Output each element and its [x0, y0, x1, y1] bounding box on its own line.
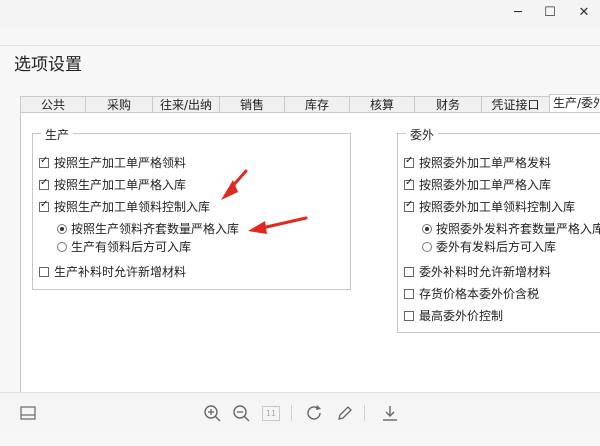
- rotate-icon[interactable]: [304, 402, 326, 424]
- zoom-in-icon[interactable]: [201, 402, 223, 424]
- arrow-icon: [221, 169, 248, 200]
- page-number-box[interactable]: 11: [260, 402, 282, 424]
- toolbar-separator: [364, 405, 365, 421]
- edit-pencil-icon[interactable]: [334, 402, 356, 424]
- zoom-out-icon[interactable]: [230, 402, 252, 424]
- panel-toggle-icon[interactable]: [17, 402, 39, 424]
- arrow-icon: [248, 216, 308, 234]
- page-number: 11: [262, 405, 280, 421]
- toolbar-separator: [291, 405, 292, 421]
- download-icon[interactable]: [379, 402, 401, 424]
- annotation-arrows: [221, 169, 308, 234]
- viewer-toolbar: 11: [0, 392, 600, 433]
